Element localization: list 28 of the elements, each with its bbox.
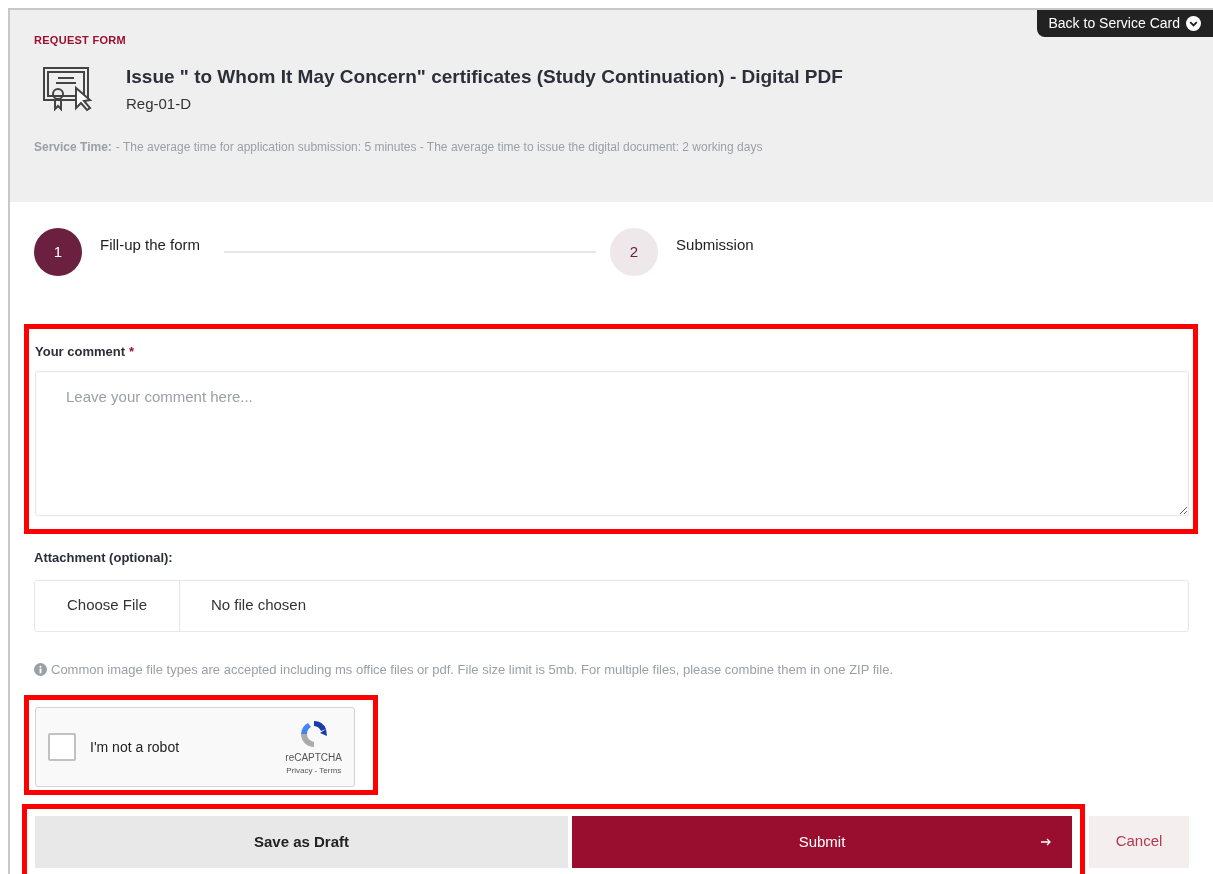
file-status: No file chosen [211,595,307,616]
step-number: 2 [610,228,659,276]
step-label: Submission [676,235,754,255]
cancel-button[interactable]: Cancel [1089,815,1189,868]
chevron-down-icon [1186,16,1201,31]
captcha-label: I'm not a robot [90,737,180,757]
attachment-label: Attachment (optional): [34,549,174,567]
comment-field[interactable]: Leave your comment here... [35,370,1189,516]
captcha-links[interactable]: Privacy - Terms [286,764,342,777]
submit-button[interactable]: Submit [571,816,1072,868]
service-time-text: - The average time for application submission: 5 minutes - The average time to issue the digital document: 2 working days [115,138,763,156]
arrow-right-icon [1040,836,1052,848]
form-code: Reg-01-D [126,94,193,114]
attachment-hint: Common image file types are accepted including ms office files or pdf. File size limit is 5mb. For multiple files, please combine them in one ZIP file. [51,660,893,679]
file-field[interactable]: Choose File No file chosen [34,579,1189,632]
save-draft-button[interactable]: Save as Draft [35,816,568,868]
back-button[interactable]: Back to Service Card [1036,10,1213,37]
captcha-brand: reCAPTCHA [285,750,342,765]
step-label: Fill-up the form [100,235,201,255]
form-eyebrow: REQUEST FORM [34,33,127,48]
info-icon [34,662,47,676]
step-number: 1 [34,228,82,276]
required-mark: * [129,343,135,361]
captcha-checkbox[interactable] [48,733,76,761]
comment-label: Your comment [35,343,126,361]
service-time-label: Service Time: [34,138,112,156]
form-title: Issue " to Whom It May Concern" certificates (Study Continuation) - Digital PDF [126,64,843,89]
choose-file-button[interactable]: Choose File [35,580,180,631]
